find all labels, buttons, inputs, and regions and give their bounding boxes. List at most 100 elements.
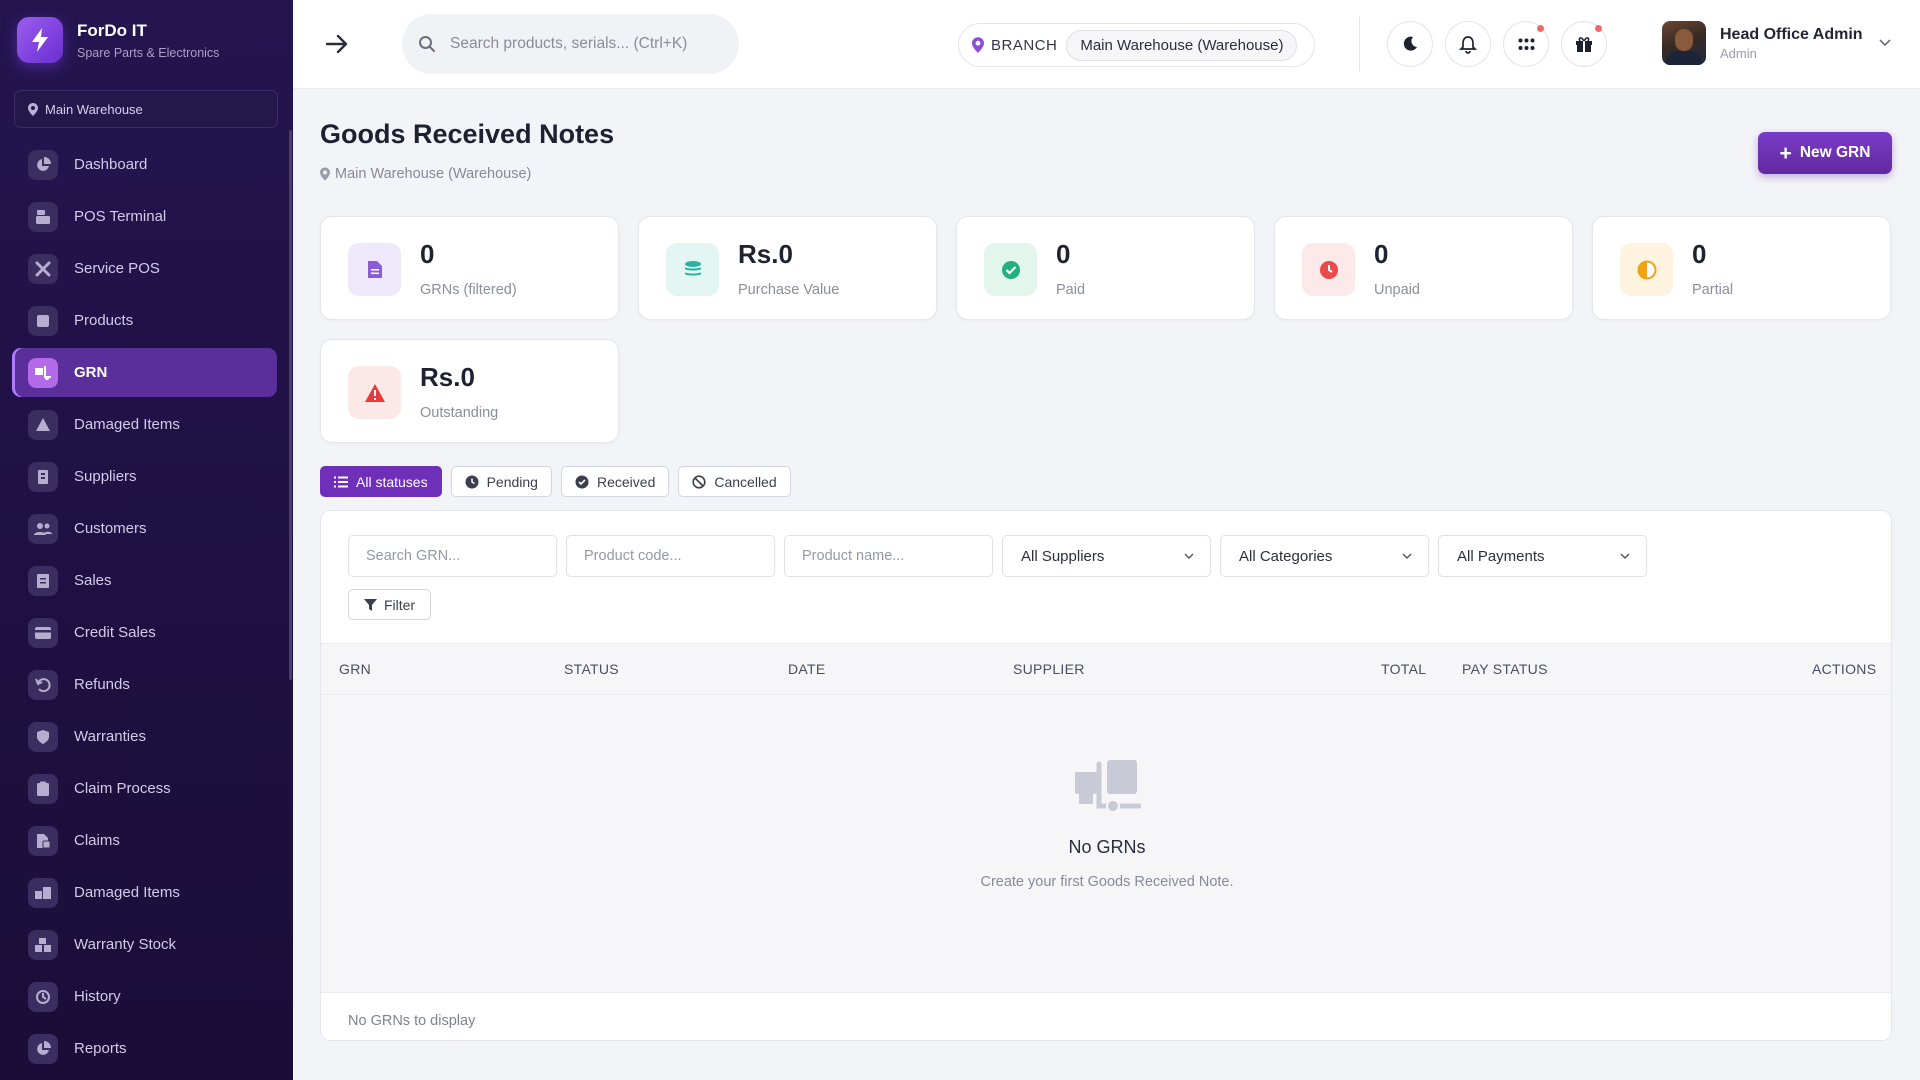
- sidebar-item-damaged-items-2[interactable]: Damaged Items: [12, 868, 277, 917]
- sidebar-item-label: Refunds: [74, 676, 130, 693]
- damaged-boxes-icon: [28, 877, 58, 908]
- chart-pie-icon: [28, 1033, 58, 1064]
- chevron-down-icon: [1878, 39, 1891, 47]
- global-search[interactable]: [402, 14, 739, 74]
- stat-label: Outstanding: [420, 405, 499, 421]
- sidebar-item-label: Claims: [74, 832, 120, 849]
- column-header-pay-status[interactable]: PAY STATUS: [1462, 661, 1548, 677]
- users-icon: [28, 513, 58, 544]
- sidebar-item-claim-process[interactable]: Claim Process: [12, 764, 277, 813]
- sidebar-item-grn[interactable]: GRN: [12, 348, 277, 397]
- category-select[interactable]: All Categories: [1220, 535, 1429, 577]
- coins-icon: [666, 243, 719, 296]
- sidebar-item-products[interactable]: Products: [12, 296, 277, 345]
- payment-select[interactable]: All Payments: [1438, 535, 1647, 577]
- sidebar-item-label: Customers: [74, 520, 147, 537]
- sidebar-scrollbar[interactable]: [289, 130, 292, 680]
- sidebar-item-claims[interactable]: Claims: [12, 816, 277, 865]
- chevron-down-icon: [1620, 553, 1630, 559]
- chevron-down-icon: [1402, 553, 1412, 559]
- map-pin-icon: [28, 102, 38, 116]
- empty-title: No GRNs: [1068, 837, 1146, 857]
- sidebar-item-sales[interactable]: Sales: [12, 556, 277, 605]
- stat-value: Rs.0: [420, 362, 475, 392]
- list-icon: [334, 476, 348, 487]
- product-name-input[interactable]: [784, 535, 993, 577]
- stat-card-grns: 0 GRNs (filtered): [320, 216, 619, 320]
- stat-value: 0: [1056, 239, 1071, 269]
- sidebar-item-credit-sales[interactable]: Credit Sales: [12, 608, 277, 657]
- product-code-input[interactable]: [566, 535, 775, 577]
- notifications-button[interactable]: [1445, 21, 1491, 67]
- half-circle-icon: [1620, 243, 1673, 296]
- column-header-supplier[interactable]: SUPPLIER: [1013, 661, 1085, 677]
- stat-value: 0: [1692, 239, 1707, 269]
- sidebar-item-warranty-stock[interactable]: Warranty Stock: [12, 920, 277, 969]
- sidebar-item-dashboard[interactable]: Dashboard: [12, 140, 277, 189]
- brand[interactable]: ForDo IT Spare Parts & Electronics: [17, 17, 219, 63]
- sidebar-item-label: Claim Process: [74, 780, 171, 797]
- payment-select-value: All Payments: [1457, 547, 1545, 565]
- apps-button[interactable]: [1503, 21, 1549, 67]
- sidebar-item-label: Damaged Items: [74, 416, 180, 433]
- sidebar-item-customers[interactable]: Customers: [12, 504, 277, 553]
- tab-cancelled[interactable]: Cancelled: [678, 466, 791, 497]
- column-header-date[interactable]: DATE: [788, 661, 826, 677]
- branch-switcher[interactable]: BRANCH Main Warehouse (Warehouse): [958, 23, 1315, 67]
- shield-icon: [28, 721, 58, 752]
- tab-received[interactable]: Received: [560, 466, 670, 497]
- document-icon: [348, 243, 401, 296]
- supplier-select[interactable]: All Suppliers: [1002, 535, 1211, 577]
- map-pin-icon: [320, 167, 330, 181]
- filter-button-label: Filter: [383, 596, 416, 613]
- grid-icon: [1518, 38, 1534, 50]
- sidebar-item-service-pos[interactable]: Service POS: [12, 244, 277, 293]
- sidebar-item-label: POS Terminal: [74, 208, 167, 225]
- notification-dot: [1595, 25, 1602, 32]
- column-header-total[interactable]: TOTAL: [1381, 661, 1426, 677]
- topbar-divider: [1359, 17, 1360, 71]
- filter-button[interactable]: Filter: [348, 589, 431, 620]
- sidebar-item-reports[interactable]: Reports: [12, 1024, 277, 1073]
- sidebar-item-refunds[interactable]: Refunds: [12, 660, 277, 709]
- sidebar-item-damaged-items[interactable]: Damaged Items: [12, 400, 277, 449]
- branch-select[interactable]: Main Warehouse (Warehouse): [1066, 29, 1298, 61]
- new-grn-button[interactable]: + New GRN: [1758, 132, 1892, 174]
- empty-subtitle: Create your first Goods Received Note.: [980, 874, 1234, 890]
- table-empty-state: No GRNs Create your first Goods Received…: [321, 695, 1891, 992]
- sidebar-item-pos-terminal[interactable]: POS Terminal: [12, 192, 277, 241]
- file-claim-icon: [28, 825, 58, 856]
- user-menu[interactable]: Head Office Admin Admin: [1662, 21, 1891, 65]
- page-location: Main Warehouse (Warehouse): [320, 166, 531, 182]
- page-title: Goods Received Notes: [320, 119, 615, 149]
- table-header: GRN STATUS DATE SUPPLIER TOTAL PAY STATU…: [321, 643, 1891, 695]
- search-grn-input[interactable]: [348, 535, 557, 577]
- tab-all-statuses[interactable]: All statuses: [320, 466, 442, 497]
- stat-value: Rs.0: [738, 239, 793, 269]
- sidebar-branch-selector[interactable]: Main Warehouse: [14, 90, 278, 128]
- stock-boxes-icon: [28, 929, 58, 960]
- credit-card-icon: [28, 617, 58, 648]
- avatar: [1662, 21, 1706, 65]
- brand-title: ForDo IT: [77, 20, 147, 40]
- gift-button[interactable]: [1561, 21, 1607, 67]
- search-input[interactable]: [450, 35, 710, 53]
- theme-toggle-button[interactable]: [1387, 21, 1433, 67]
- column-header-status[interactable]: STATUS: [564, 661, 619, 677]
- history-icon: [28, 981, 58, 1012]
- column-header-actions: ACTIONS: [1812, 661, 1877, 677]
- sidebar-item-suppliers[interactable]: Suppliers: [12, 452, 277, 501]
- filter-icon: [363, 598, 377, 611]
- stat-label: Partial: [1692, 282, 1734, 298]
- sidebar-item-warranties[interactable]: Warranties: [12, 712, 277, 761]
- stat-card-partial: 0 Partial: [1592, 216, 1891, 320]
- status-tabs: All statuses Pending Received Cancelled: [320, 466, 800, 497]
- stat-label: Paid: [1056, 282, 1086, 298]
- sidebar-item-history[interactable]: History: [12, 972, 277, 1021]
- chart-pie-icon: [28, 149, 58, 180]
- column-header-grn[interactable]: GRN: [339, 661, 371, 677]
- tab-pending[interactable]: Pending: [450, 466, 552, 497]
- arrow-right-icon[interactable]: [323, 30, 351, 58]
- check-circle-icon: [984, 243, 1037, 296]
- map-pin-icon: [972, 37, 984, 53]
